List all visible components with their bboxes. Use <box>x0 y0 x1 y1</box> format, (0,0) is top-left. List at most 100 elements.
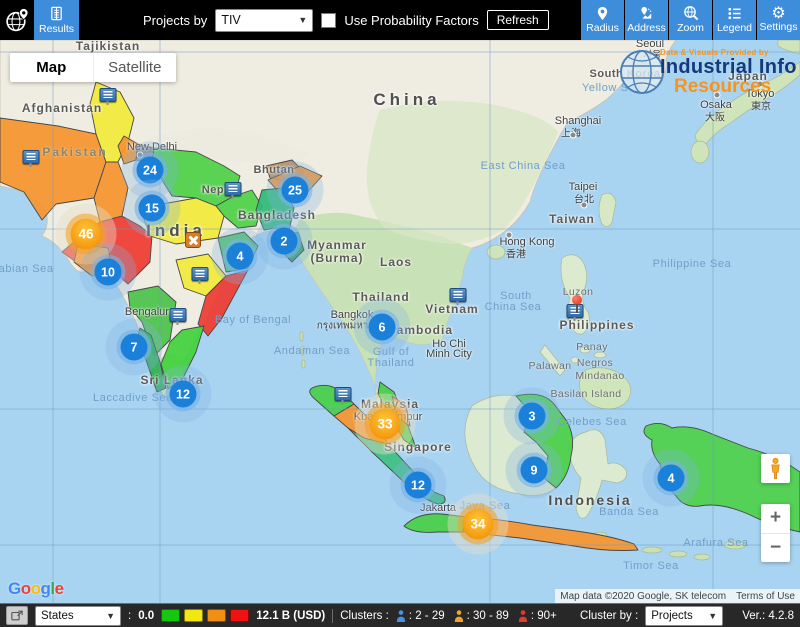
legend-swatch <box>230 609 249 622</box>
map-label: Bay of Bengal <box>215 314 291 326</box>
cluster-marker[interactable]: 2 <box>271 228 298 255</box>
red-pin-marker[interactable] <box>572 295 582 305</box>
address-button[interactable]: Address <box>625 0 668 40</box>
globe-pin-icon[interactable] <box>0 0 34 40</box>
map-canvas[interactable]: TajikistanAfghanistanPakistanChinaNew De… <box>0 40 800 603</box>
map-label: Thailand <box>352 290 409 304</box>
zoom-in-button[interactable]: + <box>761 504 790 534</box>
marker-layer: TajikistanAfghanistanPakistanChinaNew De… <box>0 40 800 603</box>
map-view-button[interactable]: Map <box>10 53 93 82</box>
billboard-marker[interactable] <box>335 387 352 401</box>
refresh-button[interactable]: Refresh <box>487 10 549 30</box>
map-label: Bangladesh <box>238 208 316 222</box>
zoom-out-button[interactable]: − <box>761 534 790 563</box>
map-label: Bengaluru <box>125 306 175 318</box>
city-dot <box>570 132 577 139</box>
expand-legend-button[interactable] <box>6 606 28 625</box>
cluster-marker[interactable]: 24 <box>137 157 164 184</box>
terms-of-use-link[interactable]: Terms of Use <box>731 589 800 603</box>
map-label: Philippines <box>559 318 634 332</box>
legend-button[interactable]: Legend <box>713 0 756 40</box>
map-label: Arabian Sea <box>0 263 54 275</box>
cluster-marker[interactable]: 4 <box>227 243 254 270</box>
map-label: Taipei <box>569 181 598 193</box>
projects-by-select[interactable]: TIV ▼ <box>215 9 313 32</box>
cluster-by-label: Cluster by : <box>580 610 638 622</box>
satellite-view-button[interactable]: Satellite <box>93 53 177 82</box>
layer-select[interactable]: States ▼ <box>35 606 121 626</box>
cluster-marker[interactable]: 6 <box>369 314 396 341</box>
billboard-marker[interactable] <box>170 308 187 322</box>
map-label: Indonesia <box>548 492 631 508</box>
settings-button[interactable]: ⚙ Settings <box>757 0 800 40</box>
billboard-marker[interactable] <box>450 288 467 302</box>
map-label: Mindanao <box>575 370 624 382</box>
expand-icon <box>11 610 23 621</box>
scale-swatches <box>161 609 249 622</box>
cluster-marker[interactable]: 10 <box>95 259 122 286</box>
cluster-range-label: : 2 - 29 <box>409 610 445 622</box>
map-label: Osaka <box>700 99 732 111</box>
cluster-marker[interactable]: 12 <box>170 381 197 408</box>
topbar-center: Projects by TIV ▼ Use Probability Factor… <box>143 9 549 32</box>
zoom-control: + − <box>761 504 790 562</box>
zoom-button[interactable]: Zoom <box>669 0 712 40</box>
cluster-marker[interactable]: 46 <box>71 219 102 250</box>
cluster-by-value: Projects <box>651 610 693 622</box>
results-report-icon <box>49 6 64 21</box>
address-marker-icon <box>639 6 655 21</box>
results-label: Results <box>39 23 74 35</box>
cluster-by-group: Cluster by : Projects ▼ Ver.: 4.2.8 <box>580 606 794 626</box>
map-label: South <box>500 290 532 302</box>
cluster-by-select[interactable]: Projects ▼ <box>645 606 723 626</box>
map-label: 香港 <box>506 246 526 261</box>
map-label: Palawan <box>528 360 571 372</box>
map-label: Laccadive Sea <box>93 392 173 404</box>
app-window: Results Projects by TIV ▼ Use Probabilit… <box>0 0 800 627</box>
map-type-control: Map Satellite <box>10 53 176 82</box>
globe-pin-icon-svg <box>4 7 31 34</box>
radius-button[interactable]: Radius <box>581 0 624 40</box>
cluster-marker[interactable]: 9 <box>521 457 548 484</box>
billboard-marker[interactable] <box>567 304 584 318</box>
map-label: Minh City <box>426 348 472 360</box>
cluster-marker[interactable]: 33 <box>370 409 401 440</box>
chevron-down-icon: ▼ <box>298 15 307 25</box>
billboard-marker[interactable] <box>100 88 117 102</box>
map-label: Thailand <box>368 357 415 369</box>
cluster-marker[interactable]: 25 <box>282 177 309 204</box>
map-label: Vietnam <box>425 302 478 316</box>
map-label: Jakarta <box>420 502 456 514</box>
map-label: Singapore <box>384 440 452 454</box>
billboard-marker[interactable] <box>23 150 40 164</box>
scale-colon: : <box>128 610 131 622</box>
cluster-marker[interactable]: 12 <box>405 472 432 499</box>
map-label: Negros <box>577 357 613 369</box>
divider <box>332 609 333 623</box>
pegman-icon <box>769 457 782 481</box>
chevron-down-icon: ▼ <box>708 611 717 621</box>
map-label: Panay <box>576 341 608 353</box>
topbar-tools: Radius Address Zoom <box>581 0 800 40</box>
person-icon <box>396 610 406 622</box>
map-label: (Burma) <box>310 251 363 265</box>
legend-list-icon <box>727 6 742 21</box>
billboard-marker[interactable] <box>225 182 242 196</box>
tools-marker[interactable] <box>185 232 201 248</box>
pegman-control[interactable] <box>761 454 790 483</box>
map-label: Philippine Sea <box>653 258 732 270</box>
probability-label: Use Probability Factors <box>344 13 478 28</box>
cluster-marker[interactable]: 34 <box>463 509 494 540</box>
map-label: China Sea <box>485 301 542 313</box>
results-button[interactable]: Results <box>34 0 79 40</box>
cluster-marker[interactable]: 3 <box>519 403 546 430</box>
zoom-label: Zoom <box>677 22 704 34</box>
map-label: Laos <box>380 255 412 269</box>
probability-checkbox[interactable] <box>321 13 336 28</box>
chevron-down-icon: ▼ <box>106 611 115 621</box>
city-dot <box>581 202 588 209</box>
cluster-marker[interactable]: 15 <box>139 195 166 222</box>
cluster-marker[interactable]: 4 <box>658 465 685 492</box>
cluster-marker[interactable]: 7 <box>121 334 148 361</box>
billboard-marker[interactable] <box>192 267 209 281</box>
